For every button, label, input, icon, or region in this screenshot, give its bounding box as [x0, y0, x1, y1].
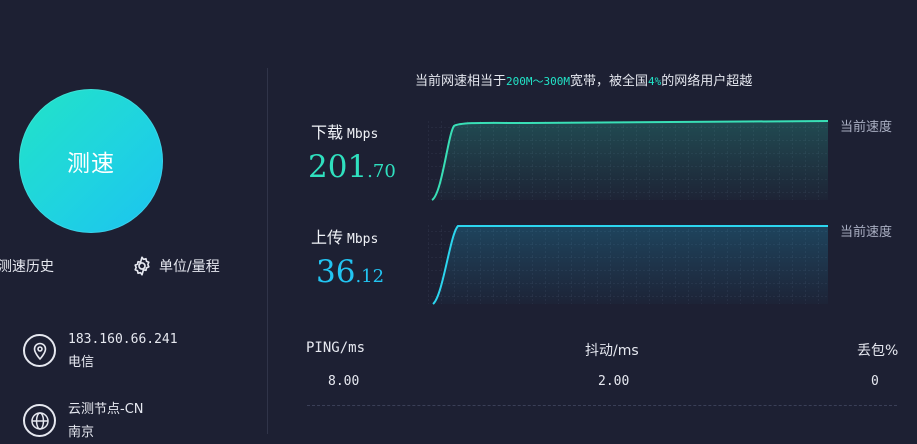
upload-chart-area	[433, 226, 828, 304]
download-label-text: 下载	[311, 123, 344, 142]
upload-speed-value: 36.12	[316, 254, 384, 290]
jitter-value: 2.00	[598, 374, 630, 389]
packet-loss-value: 0	[871, 374, 879, 389]
gear-icon	[134, 256, 150, 276]
speed-test-button[interactable]: 测速	[19, 89, 163, 233]
location-icon	[23, 334, 56, 367]
history-label: 测速历史	[0, 259, 54, 275]
summary-band: 200M～300M	[506, 75, 570, 88]
unit-range-label: 单位/量程	[159, 259, 220, 275]
upload-unit: Mbps	[347, 232, 379, 247]
upload-current-label: 当前速度	[840, 225, 893, 240]
ping-label: PING/ms	[306, 340, 366, 356]
summary-middle: 宽带，被全国	[570, 74, 649, 89]
download-chart	[428, 120, 829, 201]
upload-dec: .12	[355, 266, 385, 287]
ping-value: 8.00	[328, 374, 360, 389]
globe-icon	[23, 404, 56, 437]
upload-int: 36	[316, 254, 356, 290]
node-city: 南京	[68, 425, 95, 440]
jitter-label-text: 抖动/ms	[585, 343, 639, 359]
download-current-label: 当前速度	[840, 120, 893, 135]
summary-prefix: 当前网速相当于	[415, 74, 507, 89]
unit-range-button[interactable]: 单位/量程	[131, 255, 220, 277]
download-unit: Mbps	[347, 127, 379, 142]
node-info: 云测节点-CN 南京	[68, 398, 144, 444]
ip-info: 183.160.66.241 电信	[68, 328, 178, 374]
speed-test-label: 测速	[67, 151, 115, 177]
upload-chart	[428, 224, 828, 305]
jitter-label: 抖动/ms	[585, 340, 639, 360]
download-dec: .70	[367, 161, 396, 182]
speed-summary: 当前网速相当于200M～300M宽带，被全国4%的网络用户超越	[415, 70, 752, 89]
download-speed-value: 201.70	[308, 149, 396, 185]
stats-divider	[307, 405, 897, 406]
packet-loss-label: 丢包%	[857, 343, 899, 359]
upload-label: 上传 Mbps	[311, 224, 378, 248]
download-int: 201	[308, 149, 368, 185]
summary-percent: 4%	[648, 75, 662, 88]
node-name: 云测节点-CN	[68, 402, 144, 417]
test-history-link[interactable]: 测速历史	[0, 256, 54, 276]
ip-address: 183.160.66.241	[68, 332, 178, 347]
panel-divider	[267, 68, 268, 434]
isp-name: 电信	[68, 355, 95, 370]
download-label: 下载 Mbps	[311, 119, 378, 143]
download-chart-area	[432, 121, 828, 200]
upload-label-text: 上传	[311, 228, 344, 247]
summary-suffix: 的网络用户超越	[661, 74, 753, 89]
